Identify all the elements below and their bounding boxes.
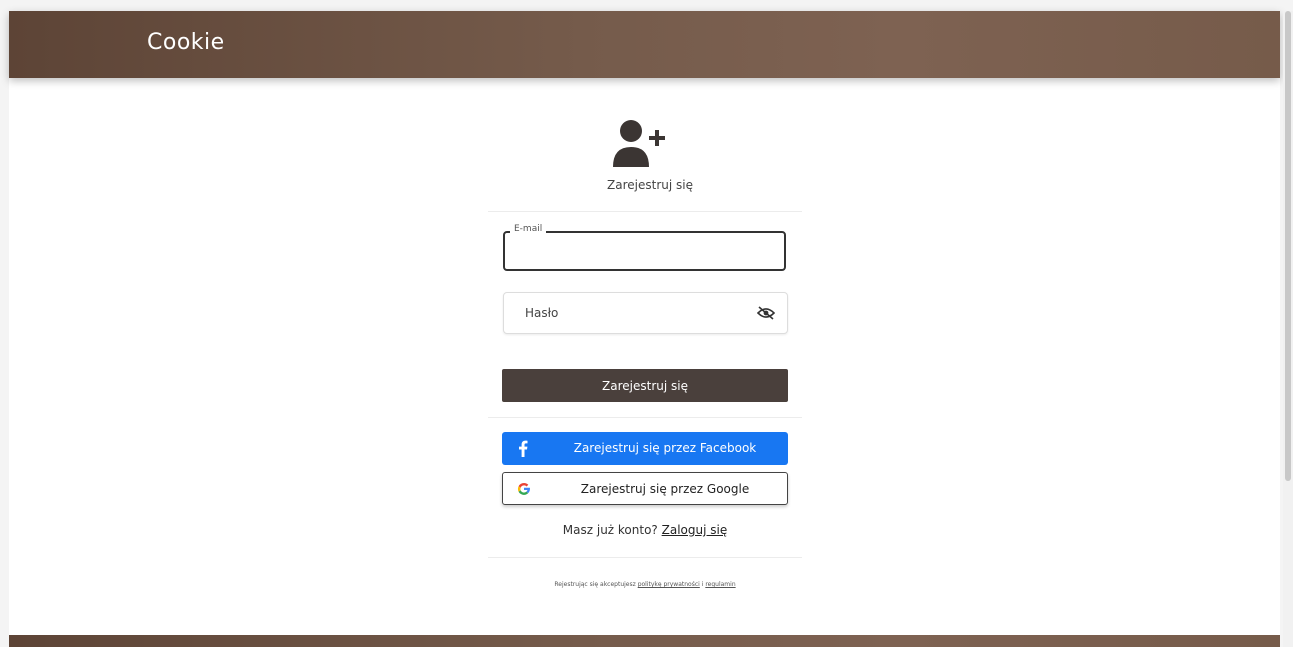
google-button-label: Zarejestruj się przez Google [580, 482, 750, 496]
navbar: Cookie [9, 11, 1280, 78]
google-register-button[interactable]: Zarejestruj się przez Google [502, 472, 788, 505]
terms-and: i [701, 581, 704, 588]
user-plus-icon [613, 120, 665, 167]
facebook-icon [519, 440, 528, 457]
scrollbar-thumb[interactable] [1285, 11, 1291, 481]
terms-notice: Rejestrując się akceptujesz politykę pry… [488, 581, 802, 588]
facebook-register-button[interactable]: Zarejestruj się przez Facebook [502, 432, 788, 465]
rules-link[interactable]: regulamin [705, 581, 735, 588]
divider-middle [488, 417, 802, 418]
email-field[interactable] [503, 231, 786, 271]
email-field-label: E-mail [510, 224, 547, 234]
terms-prefix: Rejestrując się akceptujesz [554, 581, 636, 588]
facebook-button-label: Zarejestruj się przez Facebook [573, 441, 757, 455]
login-prompt: Masz już konto? Zaloguj się [488, 523, 802, 537]
scrollbar[interactable] [1283, 11, 1293, 647]
privacy-policy-link[interactable]: politykę prywatności [638, 581, 700, 588]
register-heading: Zarejestruj się [607, 178, 693, 192]
google-icon [517, 482, 530, 495]
register-button[interactable]: Zarejestruj się [502, 369, 788, 402]
brand-logo[interactable]: Cookie [147, 30, 225, 55]
eye-slash-icon[interactable] [757, 306, 775, 320]
divider-top [488, 211, 802, 212]
login-link[interactable]: Zaloguj się [662, 523, 728, 537]
password-field[interactable]: Hasło [503, 292, 788, 334]
divider-bottom [488, 557, 802, 558]
login-prompt-text: Masz już konto? [562, 523, 658, 537]
footer [9, 635, 1280, 647]
password-field-label: Hasło [525, 306, 559, 320]
